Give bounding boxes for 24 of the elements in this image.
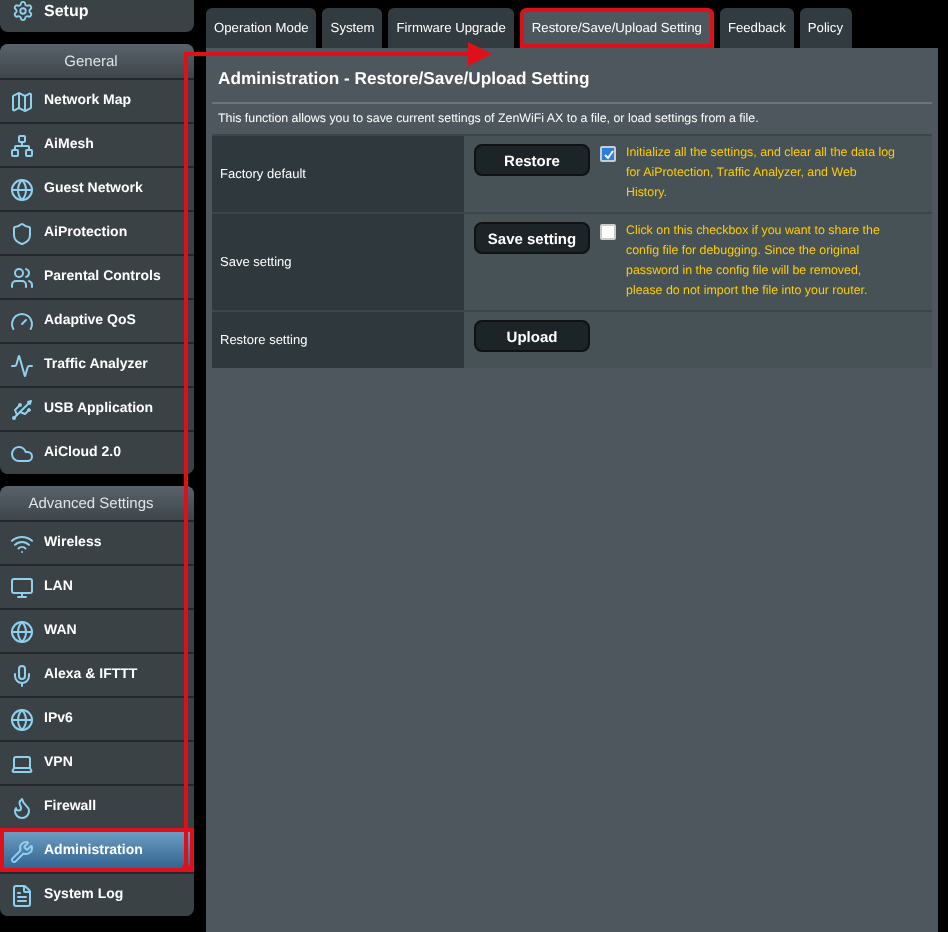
laptop-icon	[10, 751, 34, 775]
network-icon	[10, 133, 34, 157]
map-icon	[10, 89, 34, 113]
flame-icon	[10, 795, 34, 819]
panel-title: Administration - Restore/Save/Upload Setting	[212, 64, 932, 104]
cloud-icon	[10, 441, 34, 465]
checkbox[interactable]	[600, 146, 616, 162]
document-icon	[10, 883, 34, 907]
globe-icon	[10, 619, 34, 643]
people-icon	[10, 265, 34, 289]
wrench-icon	[10, 839, 34, 863]
monitor-icon	[10, 575, 34, 599]
checkbox[interactable]	[600, 224, 616, 240]
shield-icon	[10, 221, 34, 245]
microphone-icon	[10, 663, 34, 687]
globe-icon	[10, 707, 34, 731]
pulse-icon	[10, 353, 34, 377]
globe-icon	[10, 177, 34, 201]
wifi-icon	[10, 531, 34, 555]
usb-icon	[10, 397, 34, 421]
settings-icon	[12, 0, 34, 21]
sidebar-item[interactable]: Setup	[0, 0, 194, 32]
sidebar-item-label: Setup	[44, 1, 89, 19]
gauge-icon	[10, 309, 34, 333]
